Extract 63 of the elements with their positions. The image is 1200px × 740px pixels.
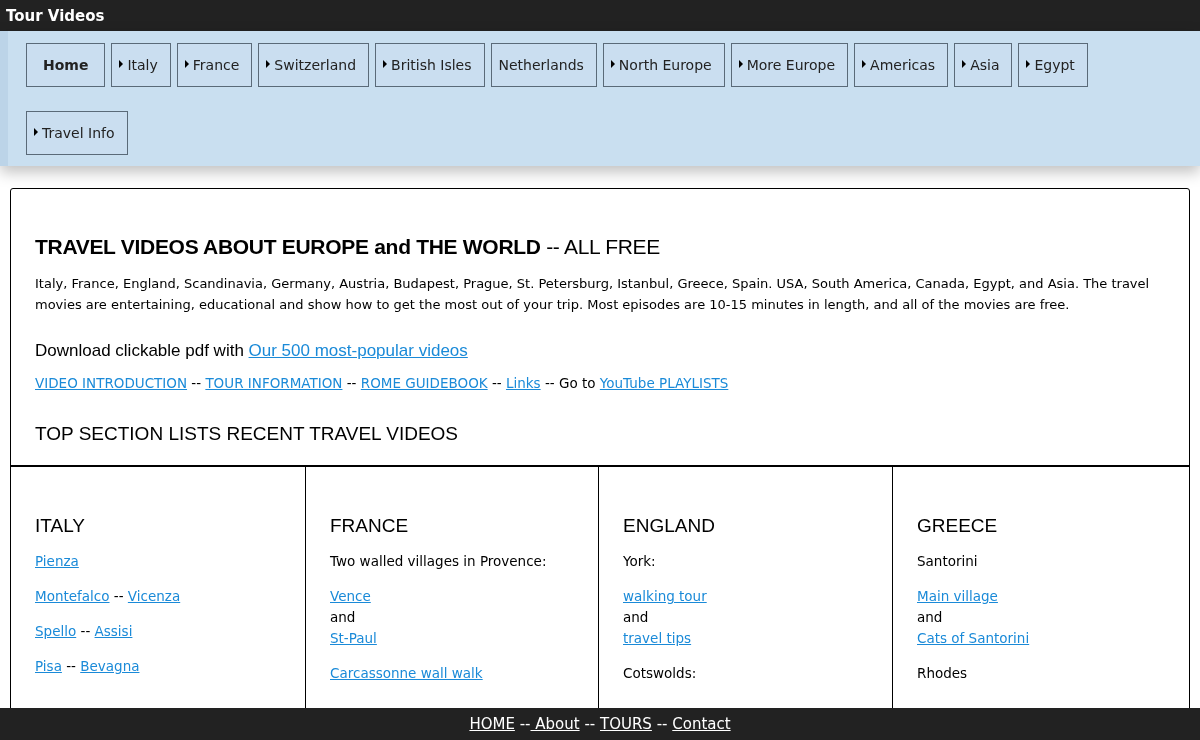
link[interactable]: walking tour [623, 588, 707, 604]
text: -- [190, 375, 203, 391]
text: York: [623, 553, 656, 569]
link[interactable]: Vence [330, 588, 371, 604]
site-title: Tour Videos [6, 6, 105, 25]
nav-button[interactable]: North Europe [602, 43, 725, 87]
link[interactable]: Links [505, 375, 541, 391]
text: and [917, 609, 943, 625]
column-heading: ENGLAND [623, 515, 716, 537]
link[interactable]: YouTube PLAYLISTS [599, 375, 729, 391]
footer-link[interactable]: HOME [469, 715, 515, 733]
text: Cotswolds: [623, 665, 697, 681]
text: and [623, 609, 649, 625]
link[interactable]: Bevagna [80, 658, 140, 674]
text: -- [518, 715, 531, 733]
text: -- [583, 715, 597, 733]
nav-button[interactable]: Netherlands [490, 43, 597, 87]
nav-button[interactable]: Travel Info [26, 111, 128, 155]
link[interactable]: ROME GUIDEBOOK [360, 375, 488, 391]
nav-button[interactable]: Home [26, 43, 106, 87]
link[interactable]: Main village [917, 588, 998, 604]
footer-link[interactable]: Contact [672, 715, 731, 733]
nav-button[interactable]: France [176, 43, 253, 87]
text: -- [79, 623, 92, 639]
text: -- [655, 715, 669, 733]
link[interactable]: Spello [35, 623, 77, 639]
link[interactable]: Pienza [35, 553, 79, 569]
link[interactable]: VIDEO INTRODUCTION [35, 375, 188, 391]
text: -- [345, 375, 358, 391]
footer-link[interactable]: TOURS [600, 715, 652, 733]
column-heading: ITALY [35, 515, 86, 537]
footer-link[interactable]: About [530, 715, 580, 733]
text: -- [490, 375, 503, 391]
text: -- Go to [543, 375, 597, 391]
link[interactable]: St-Paul [330, 630, 377, 646]
description-text: Italy, France, England, Scandinavia, Germany, Austria, Budapest, Prague, St. Petersburg, Istanbul, Greece, Spain. USA, South America, Canada, Egypt, and Asia. The travel movies are entertaining, educational and show how to get the most out of your trip. Most episodes are 10-15 minutes in length, and all of the movies are free. [35, 275, 1151, 314]
column-heading: FRANCE [330, 515, 410, 537]
link[interactable]: travel tips [623, 630, 692, 646]
nav-button[interactable]: British Isles [375, 43, 485, 87]
link[interactable]: Pisa [35, 658, 62, 674]
column-heading: GREECE [917, 515, 999, 537]
text: -- [65, 658, 77, 674]
text: Two walled villages in Provence: [330, 553, 547, 569]
nav-button[interactable]: Egypt [1018, 43, 1088, 87]
nav-button[interactable]: Asia [954, 43, 1013, 87]
text: Santorini [917, 553, 978, 569]
link[interactable]: Vicenza [127, 588, 181, 604]
text: Download clickable pdf with [35, 341, 245, 360]
link[interactable]: Montefalco [35, 588, 110, 604]
link[interactable]: Carcassonne wall walk [330, 665, 483, 681]
section-heading: TOP SECTION LISTS RECENT TRAVEL VIDEOS [35, 423, 460, 445]
text: Rhodes [917, 665, 968, 681]
nav-button[interactable]: Switzerland [258, 43, 370, 87]
nav-button[interactable]: Italy [111, 43, 171, 87]
nav-button[interactable]: Americas [854, 43, 949, 87]
text: and [330, 609, 356, 625]
page-heading: TRAVEL VIDEOS ABOUT EUROPE and THE WORLD -- ALL FREE [35, 235, 661, 259]
link[interactable]: Cats of Santorini [917, 630, 1030, 646]
link[interactable]: TOUR INFORMATION [205, 375, 343, 391]
text: -- [112, 588, 125, 604]
nav-button[interactable]: More Europe [730, 43, 849, 87]
link[interactable]: Our 500 most-popular videos [248, 341, 468, 360]
link[interactable]: Assisi [94, 623, 133, 639]
